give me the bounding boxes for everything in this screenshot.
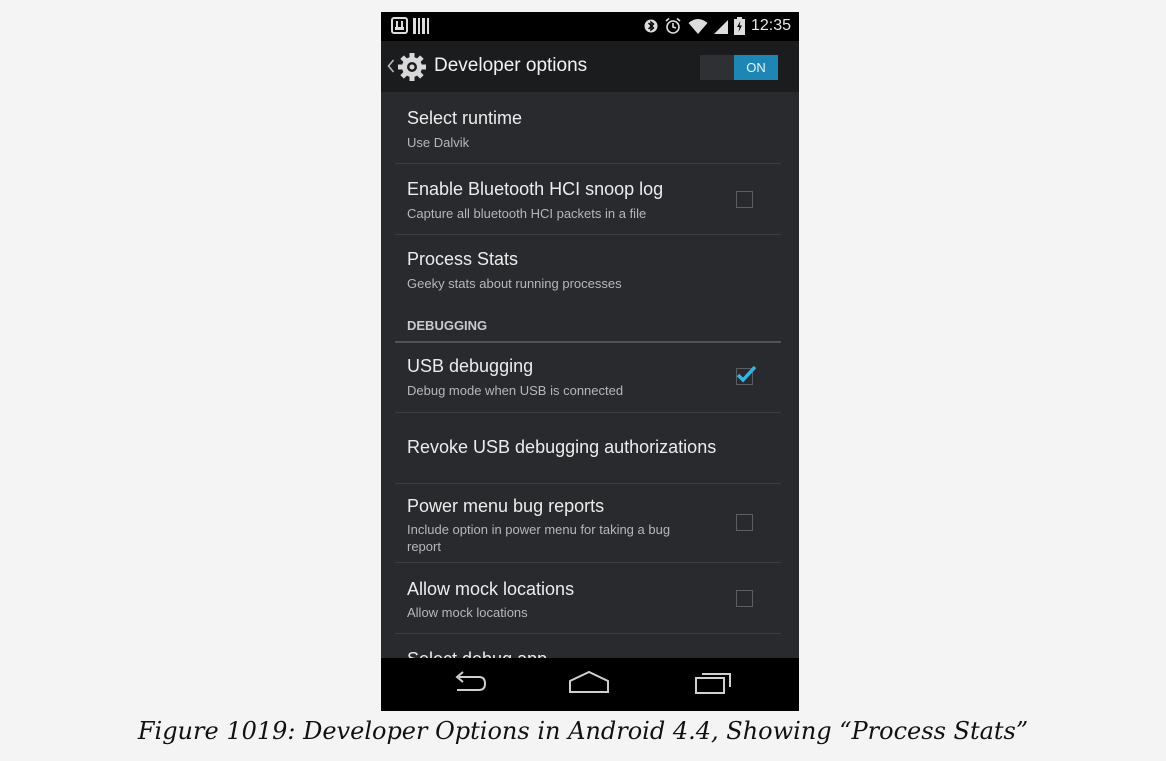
battery-icon <box>733 17 745 35</box>
figure-caption: Figure 1019: Developer Options in Androi… <box>137 717 1029 745</box>
pref-title: Select runtime <box>407 108 523 128</box>
power-menu-bug-reports-checkbox[interactable] <box>736 514 753 531</box>
pref-summary: Capture all bluetooth HCI packets in a f… <box>407 206 647 221</box>
allow-mock-locations-checkbox[interactable] <box>736 590 753 607</box>
status-right-icons: 12:35 <box>644 17 791 35</box>
action-bar: Developer options ON <box>381 41 799 92</box>
status-bar: 12:35 <box>381 12 799 41</box>
chevron-left-icon[interactable] <box>387 59 395 73</box>
pref-summary: Geeky stats about running processes <box>407 276 622 291</box>
pref-summary: Use Dalvik <box>407 135 470 150</box>
pref-title: Allow mock locations <box>407 579 575 599</box>
pref-summary: Include option in power menu for taking … <box>407 522 671 554</box>
toggle-on-label: ON <box>734 55 778 80</box>
pref-process-stats[interactable]: Process Stats Geeky stats about running … <box>395 235 781 313</box>
pref-summary: Allow mock locations <box>407 605 528 620</box>
preferences-list[interactable]: Select runtime Use Dalvik Enable Bluetoo… <box>381 92 799 670</box>
wifi-icon <box>688 19 708 34</box>
section-header: DEBUGGING <box>395 314 781 343</box>
pref-power-menu-bug-reports[interactable]: Power menu bug reports Include option in… <box>395 484 781 563</box>
bluetooth-hci-checkbox[interactable] <box>736 191 753 208</box>
notification-icon <box>391 17 429 34</box>
pref-title: Revoke USB debugging authorizations <box>407 437 717 457</box>
signal-icon <box>713 20 728 34</box>
pref-allow-mock-locations[interactable]: Allow mock locations Allow mock location… <box>395 563 781 634</box>
section-header-label: DEBUGGING <box>407 318 488 333</box>
bluetooth-icon <box>644 19 658 33</box>
alarm-icon <box>665 17 681 34</box>
recents-icon[interactable] <box>693 668 733 698</box>
pref-usb-debugging[interactable]: USB debugging Debug mode when USB is con… <box>395 343 781 413</box>
back-icon[interactable] <box>449 668 489 698</box>
gear-icon[interactable] <box>397 52 427 82</box>
pref-title: USB debugging <box>407 356 534 376</box>
status-left-icons <box>391 17 431 39</box>
page-title: Developer options <box>434 55 588 76</box>
phone-screen: 12:35 Developer options ON Select runtim… <box>381 12 799 711</box>
usb-debugging-checkbox[interactable] <box>736 365 757 385</box>
home-icon[interactable] <box>567 668 611 698</box>
developer-options-toggle[interactable]: ON <box>700 55 778 80</box>
pref-select-runtime[interactable]: Select runtime Use Dalvik <box>395 92 781 164</box>
status-time: 12:35 <box>750 17 791 34</box>
pref-revoke-usb-auth[interactable]: Revoke USB debugging authorizations <box>395 413 781 484</box>
pref-bluetooth-hci-snoop[interactable]: Enable Bluetooth HCI snoop log Capture a… <box>395 164 781 235</box>
pref-title: Process Stats <box>407 249 519 269</box>
navigation-bar <box>381 658 799 711</box>
checkmark-icon <box>736 365 757 383</box>
pref-title: Power menu bug reports <box>407 496 605 516</box>
pref-title: Enable Bluetooth HCI snoop log <box>407 179 664 199</box>
pref-summary: Debug mode when USB is connected <box>407 383 624 398</box>
